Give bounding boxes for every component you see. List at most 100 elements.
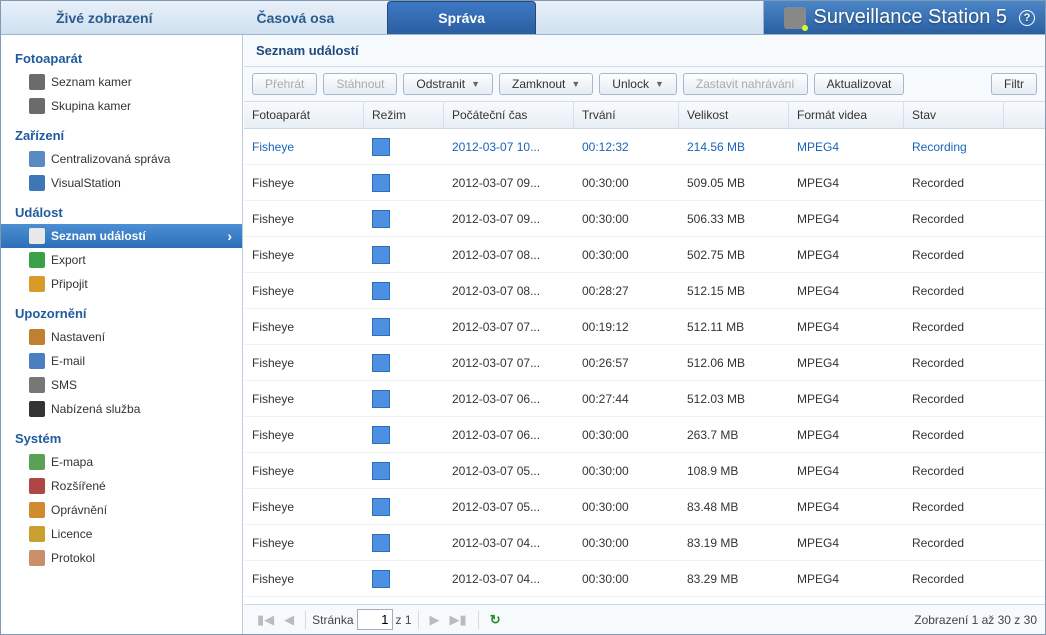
sidebar-item-cam-list[interactable]: Seznam kamer (1, 70, 242, 94)
table-row[interactable]: Fisheye2012-03-07 07...00:26:57512.06 MB… (244, 345, 1045, 381)
sidebar-item-privilege[interactable]: Oprávnění (1, 498, 242, 522)
unlock-button[interactable]: Unlock▼ (599, 73, 677, 95)
cell-duration: 00:30:00 (574, 176, 679, 190)
sidebar-item-export[interactable]: Export (1, 248, 242, 272)
help-icon[interactable]: ? (1019, 10, 1035, 26)
cell-duration: 00:27:44 (574, 392, 679, 406)
cell-format: MPEG4 (789, 500, 904, 514)
sidebar-item-central-mgmt[interactable]: Centralizovaná správa (1, 147, 242, 171)
sidebar-item-label: Protokol (51, 551, 95, 565)
cell-mode (364, 282, 444, 300)
cell-size: 509.05 MB (679, 176, 789, 190)
sidebar-item-emap[interactable]: E-mapa (1, 450, 242, 474)
cell-status: Recorded (904, 392, 1004, 406)
sidebar-item-visualstation[interactable]: VisualStation (1, 171, 242, 195)
cell-duration: 00:12:32 (574, 140, 679, 154)
sidebar-item-advanced[interactable]: Rozšířené (1, 474, 242, 498)
cell-start: 2012-03-07 04... (444, 536, 574, 550)
update-button[interactable]: Aktualizovat (814, 73, 905, 95)
cell-size: 108.9 MB (679, 464, 789, 478)
sidebar-item-push[interactable]: Nabízená služba (1, 397, 242, 421)
next-page-button[interactable]: ▶ (425, 610, 445, 630)
cell-format: MPEG4 (789, 320, 904, 334)
cell-status: Recorded (904, 428, 1004, 442)
table-row[interactable]: Fisheye2012-03-07 04...00:30:0083.19 MBM… (244, 525, 1045, 561)
remove-button[interactable]: Odstranit▼ (403, 73, 493, 95)
sidebar-item-label: Nastavení (51, 330, 105, 344)
col-size[interactable]: Velikost (679, 102, 789, 128)
refresh-icon[interactable]: ↻ (485, 610, 506, 630)
mode-continuous-icon (372, 246, 390, 264)
sidebar-item-email[interactable]: E-mail (1, 349, 242, 373)
table-row[interactable]: Fisheye2012-03-07 09...00:30:00509.05 MB… (244, 165, 1045, 201)
sidebar-item-notif-settings[interactable]: Nastavení (1, 325, 242, 349)
cell-size: 83.29 MB (679, 572, 789, 586)
grid-header: Fotoaparát Režim Počáteční čas Trvání Ve… (244, 102, 1045, 129)
cell-size: 512.06 MB (679, 356, 789, 370)
pager-summary: Zobrazení 1 až 30 z 30 (914, 613, 1037, 627)
sidebar-item-label: Centralizovaná správa (51, 152, 170, 166)
col-mode[interactable]: Režim (364, 102, 444, 128)
sidebar-item-sms[interactable]: SMS (1, 373, 242, 397)
page-of: z 1 (396, 613, 412, 627)
sidebar-item-cam-group[interactable]: Skupina kamer (1, 94, 242, 118)
lock-button[interactable]: Zamknout▼ (499, 73, 593, 95)
col-format[interactable]: Formát videa (789, 102, 904, 128)
table-row[interactable]: Fisheye2012-03-07 06...00:27:44512.03 MB… (244, 381, 1045, 417)
sidebar-item-log[interactable]: Protokol (1, 546, 242, 570)
filter-button[interactable]: Filtr (991, 73, 1037, 95)
table-row[interactable]: Fisheye2012-03-07 05...00:30:00108.9 MBM… (244, 453, 1045, 489)
cell-format: MPEG4 (789, 356, 904, 370)
privilege-icon (29, 502, 45, 518)
table-row[interactable]: Fisheye2012-03-07 05...00:30:0083.48 MBM… (244, 489, 1045, 525)
first-page-button[interactable]: ▮◀ (252, 610, 279, 630)
last-page-button[interactable]: ▶▮ (445, 610, 472, 630)
table-row[interactable]: Fisheye2012-03-07 07...00:19:12512.11 MB… (244, 309, 1045, 345)
table-row[interactable]: Fisheye2012-03-07 04...00:30:0083.29 MBM… (244, 561, 1045, 597)
table-row[interactable]: Fisheye2012-03-07 10...00:12:32214.56 MB… (244, 129, 1045, 165)
grid-body[interactable]: Fisheye2012-03-07 10...00:12:32214.56 MB… (244, 129, 1045, 604)
sidebar-item-label: Export (51, 253, 86, 267)
col-duration[interactable]: Trvání (574, 102, 679, 128)
log-icon (29, 550, 45, 566)
sidebar-item-label: Nabízená služba (51, 402, 140, 416)
sidebar-item-label: E-mapa (51, 455, 93, 469)
play-button[interactable]: Přehrát (252, 73, 317, 95)
cell-status: Recorded (904, 248, 1004, 262)
central-mgmt-icon (29, 151, 45, 167)
license-icon (29, 526, 45, 542)
cell-start: 2012-03-07 07... (444, 356, 574, 370)
sidebar-item-attach[interactable]: Připojit (1, 272, 242, 296)
table-row[interactable]: Fisheye2012-03-07 08...00:30:00502.75 MB… (244, 237, 1045, 273)
cell-mode (364, 534, 444, 552)
page-input[interactable] (357, 609, 393, 630)
col-start[interactable]: Počáteční čas (444, 102, 574, 128)
download-button[interactable]: Stáhnout (323, 73, 397, 95)
stop-recording-button[interactable]: Zastavit nahrávání (683, 73, 808, 95)
table-row[interactable]: Fisheye2012-03-07 06...00:30:00263.7 MBM… (244, 417, 1045, 453)
table-row[interactable]: Fisheye2012-03-07 08...00:28:27512.15 MB… (244, 273, 1045, 309)
event-grid: Fotoaparát Režim Počáteční čas Trvání Ve… (244, 102, 1045, 634)
cell-size: 502.75 MB (679, 248, 789, 262)
emap-icon (29, 454, 45, 470)
cell-start: 2012-03-07 08... (444, 248, 574, 262)
topbar: Živé zobrazeníČasová osaSpráva Surveilla… (1, 1, 1045, 35)
tab-1[interactable]: Časová osa (205, 1, 385, 34)
sidebar-item-event-list[interactable]: Seznam událostí (1, 224, 242, 248)
tab-2[interactable]: Správa (387, 1, 536, 34)
cell-camera: Fisheye (244, 464, 364, 478)
cell-mode (364, 210, 444, 228)
cell-format: MPEG4 (789, 536, 904, 550)
col-status[interactable]: Stav (904, 102, 1004, 128)
table-row[interactable]: Fisheye2012-03-07 09...00:30:00506.33 MB… (244, 201, 1045, 237)
col-camera[interactable]: Fotoaparát (244, 102, 364, 128)
cell-mode (364, 426, 444, 444)
cell-camera: Fisheye (244, 356, 364, 370)
cell-duration: 00:30:00 (574, 212, 679, 226)
cell-duration: 00:30:00 (574, 464, 679, 478)
prev-page-button[interactable]: ◀ (279, 610, 299, 630)
visualstation-icon (29, 175, 45, 191)
cell-duration: 00:30:00 (574, 536, 679, 550)
sidebar-item-license[interactable]: Licence (1, 522, 242, 546)
tab-0[interactable]: Živé zobrazení (5, 1, 203, 34)
